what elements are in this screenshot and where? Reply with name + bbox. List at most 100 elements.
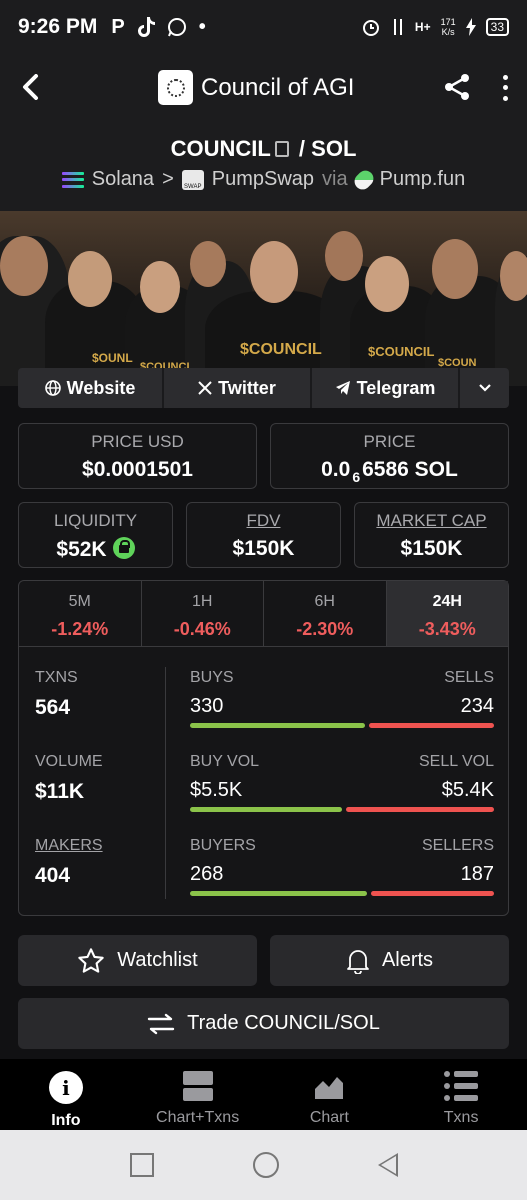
txns-value: 564 xyxy=(35,696,71,719)
nav-chart-label: Chart xyxy=(309,1109,349,1126)
price-sol-value: 0.0 66586 SOL xyxy=(321,458,458,485)
buyers-value: 268 xyxy=(190,863,224,885)
pair-separator: / xyxy=(298,136,306,161)
buys-sells-row: BUYS SELLS 330 234 xyxy=(190,669,494,753)
buyers-sellers-row: BUYERS SELLERS 268 187 xyxy=(190,837,494,921)
trade-button[interactable]: Trade COUNCIL/SOL xyxy=(18,998,509,1049)
liquidity-card: LIQUIDITY $52K xyxy=(18,502,173,568)
via-label: via xyxy=(322,168,348,190)
twitter-link[interactable]: Twitter xyxy=(164,368,312,408)
page-title: Council of AGI xyxy=(201,73,355,101)
system-navigation-bar xyxy=(0,1130,527,1200)
price-change: -0.46% xyxy=(173,619,231,639)
chevron-right-icon: > xyxy=(162,168,174,190)
nav-txns-label: Txns xyxy=(443,1109,479,1126)
tiktok-icon xyxy=(137,17,155,37)
volume-value: $11K xyxy=(35,780,85,803)
sell-vol-value: $5.4K xyxy=(441,779,494,801)
chain-link[interactable]: Solana xyxy=(92,168,154,191)
price-change: -3.43% xyxy=(418,619,476,639)
makers-metric: MAKERS 404 xyxy=(35,837,165,921)
split-view-icon xyxy=(182,1071,213,1101)
sell-vol-label: SELL VOL xyxy=(418,753,494,770)
status-bar: 9:26 PM P • H+ 171 K/s 33 xyxy=(0,0,527,54)
volume-label: VOLUME xyxy=(35,753,103,770)
txns-label: TXNS xyxy=(35,669,78,686)
fdv-value: $150K xyxy=(232,537,295,560)
nav-chart[interactable]: Chart xyxy=(264,1059,396,1130)
nav-chart-txns-label: Chart+Txns xyxy=(156,1109,240,1126)
data-transfer-icon xyxy=(393,19,402,35)
makers-label[interactable]: MAKERS xyxy=(35,837,165,855)
buys-sells-bar xyxy=(190,723,494,728)
fdv-label[interactable]: FDV xyxy=(187,511,340,531)
chevron-left-icon[interactable] xyxy=(16,72,46,102)
lock-icon[interactable] xyxy=(112,537,135,559)
copy-icon[interactable] xyxy=(274,141,289,157)
back-button[interactable] xyxy=(377,1153,398,1177)
tab-24h[interactable]: 24H -3.43% xyxy=(386,581,508,646)
volume-split-row: BUY VOL SELL VOL $5.5K $5.4K xyxy=(190,753,494,837)
market-cap-card: MARKET CAP $150K xyxy=(354,502,509,568)
buy-sell-column: BUYS SELLS 330 234 BUY VOL SELL VOL $5.5… xyxy=(190,669,494,921)
alerts-button[interactable]: Alerts xyxy=(270,935,509,986)
share-icon[interactable] xyxy=(442,72,472,107)
liquidity-value: $52K xyxy=(19,537,172,562)
alerts-label: Alerts xyxy=(381,949,434,971)
column-divider xyxy=(165,667,166,899)
nav-chart-txns[interactable]: Chart+Txns xyxy=(132,1059,264,1130)
telegram-link[interactable]: Telegram xyxy=(312,368,460,408)
network-type: H+ xyxy=(414,20,431,34)
sellers-value: 187 xyxy=(460,863,494,885)
banner-shirt-text: $COUNCIL xyxy=(368,344,435,359)
nav-info[interactable]: i Info xyxy=(0,1059,132,1130)
telegram-icon xyxy=(335,381,350,395)
website-link[interactable]: Website xyxy=(18,368,164,408)
trading-stats-panel: 5M -1.24% 1H -0.46% 6H -2.30% 24H -3.43%… xyxy=(18,580,509,916)
sells-label: SELLS xyxy=(444,669,494,686)
kebab-menu-icon[interactable] xyxy=(495,72,515,104)
volume-metric: VOLUME $11K xyxy=(35,753,165,837)
battery-indicator: 33 xyxy=(485,18,509,36)
nav-info-label: Info xyxy=(51,1112,81,1129)
chain-breadcrumb: Solana > SWAP PumpSwap via Pump.fun xyxy=(0,166,527,193)
tab-label: 5M xyxy=(68,593,91,610)
token-logo xyxy=(158,70,193,105)
pumpfun-icon xyxy=(350,166,377,193)
net-speed: 171 K/s xyxy=(440,17,456,37)
more-notifications-dot: • xyxy=(198,15,206,38)
tab-1h[interactable]: 1H -0.46% xyxy=(142,581,264,646)
market-cap-label[interactable]: MARKET CAP xyxy=(355,511,508,531)
makers-value: 404 xyxy=(35,864,71,887)
banner-shirt-text: $COUNCIL xyxy=(240,341,322,358)
buys-value: 330 xyxy=(190,695,224,717)
token-banner-image: $OUNL $COUNCI $COUNCIL $COUNCIL $COUN xyxy=(0,211,527,386)
tab-5m[interactable]: 5M -1.24% xyxy=(19,581,142,646)
chevron-down-icon xyxy=(478,384,491,392)
list-icon xyxy=(444,1071,479,1101)
trade-label: Trade COUNCIL/SOL xyxy=(187,1012,380,1034)
star-icon xyxy=(78,947,105,973)
pair-name: COUNCIL / SOL xyxy=(0,136,527,162)
alarm-icon xyxy=(362,20,379,36)
tab-label: 1H xyxy=(192,593,213,610)
tab-6h[interactable]: 6H -2.30% xyxy=(264,581,387,646)
solana-icon xyxy=(61,171,84,188)
price-sol-card: PRICE 0.0 66586 SOL xyxy=(270,423,509,489)
volume-split-bar xyxy=(190,807,494,812)
market-cap-value: $150K xyxy=(400,537,463,560)
watchlist-button[interactable]: Watchlist xyxy=(18,935,257,986)
recents-button[interactable] xyxy=(129,1153,154,1177)
nav-txns[interactable]: Txns xyxy=(395,1059,527,1130)
tab-label: 24H xyxy=(432,593,462,610)
x-logo-icon xyxy=(198,381,212,395)
launchpad-link[interactable]: Pump.fun xyxy=(380,168,466,191)
more-links-dropdown[interactable] xyxy=(460,368,509,408)
watchlist-label: Watchlist xyxy=(117,949,198,971)
tab-label: 6H xyxy=(314,593,335,610)
buyers-sellers-bar xyxy=(190,891,494,896)
dex-link[interactable]: PumpSwap xyxy=(212,168,314,191)
home-button[interactable] xyxy=(252,1152,279,1178)
telegram-label: Telegram xyxy=(356,377,436,398)
fdv-card: FDV $150K xyxy=(186,502,341,568)
